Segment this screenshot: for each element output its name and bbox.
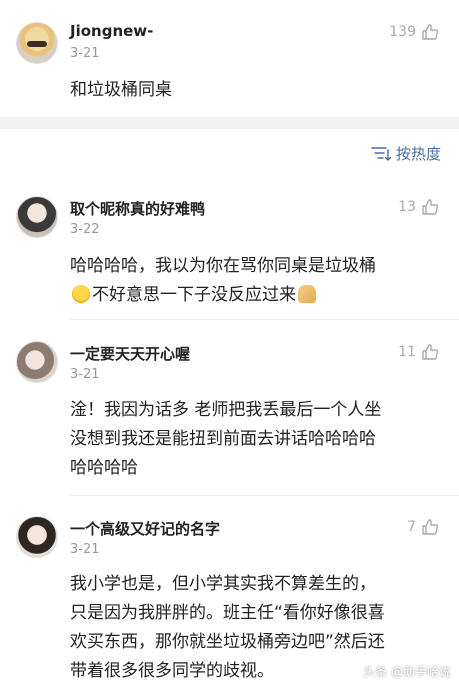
thumbs-up-icon[interactable] <box>421 343 439 361</box>
comment-date: 3-21 <box>70 46 100 61</box>
thumbs-up-icon[interactable] <box>421 518 439 536</box>
like-count: 11 <box>398 344 416 360</box>
comment-date: 3-21 <box>70 367 100 382</box>
avatar[interactable] <box>16 196 58 238</box>
comment-text: 哈哈哈哈，我以为你在骂你同桌是垃圾桶 不好意思一下子没反应过来 <box>70 252 450 310</box>
comment-line: 不好意思一下子没反应过来 <box>92 285 296 305</box>
username[interactable]: 取个昵称真的好难鸭 <box>70 198 205 219</box>
comment-line: 淦！我因为话多 老师把我丢最后一个人坐 <box>70 400 382 420</box>
section-separator <box>0 117 459 129</box>
divider <box>70 319 459 320</box>
avatar[interactable] <box>16 516 58 558</box>
comment-date: 3-22 <box>70 222 100 237</box>
watermark: 头条 @助手哈说 <box>363 665 451 679</box>
comment-line: 欢买东西，那你就坐垃圾桶旁边吧”然后还 <box>70 632 385 652</box>
thumbs-up-icon[interactable] <box>421 198 439 216</box>
comment-text: 淦！我因为话多 老师把我丢最后一个人坐 没想到我还是能扭到前面去讲话哈哈哈哈 哈… <box>70 396 450 483</box>
username[interactable]: Jiongnew- <box>70 22 153 40</box>
thumbs-up-icon[interactable] <box>421 23 439 41</box>
like-count: 139 <box>389 24 416 40</box>
comment-line: 我小学也是，但小学其实我不算差生的， <box>70 574 376 594</box>
divider <box>70 495 459 496</box>
comment-date: 3-21 <box>70 542 100 557</box>
comment-line: 只是因为我胖胖的。班主任“看你好像很喜 <box>70 603 385 623</box>
username[interactable]: 一个高级又好记的名字 <box>70 518 220 539</box>
like-count: 7 <box>407 519 416 535</box>
comment-text: 和垃圾桶同桌 <box>70 80 172 100</box>
sort-icon <box>371 147 391 161</box>
comment-line: 哈哈哈哈 <box>70 458 138 478</box>
praying-hands-emoji-icon <box>298 285 316 303</box>
comment-line: 哈哈哈哈，我以为你在骂你同桌是垃圾桶 <box>70 256 376 276</box>
username[interactable]: 一定要天天开心喔 <box>70 343 190 364</box>
comment-line: 没想到我还是能扭到前面去讲话哈哈哈哈 <box>70 429 376 449</box>
laughing-crying-emoji-icon <box>72 285 90 303</box>
avatar[interactable] <box>16 22 58 64</box>
like-count: 13 <box>398 199 416 215</box>
sort-label: 按热度 <box>396 145 442 163</box>
comment-line-with-emoji: 不好意思一下子没反应过来 <box>70 281 450 310</box>
avatar[interactable] <box>16 341 58 383</box>
